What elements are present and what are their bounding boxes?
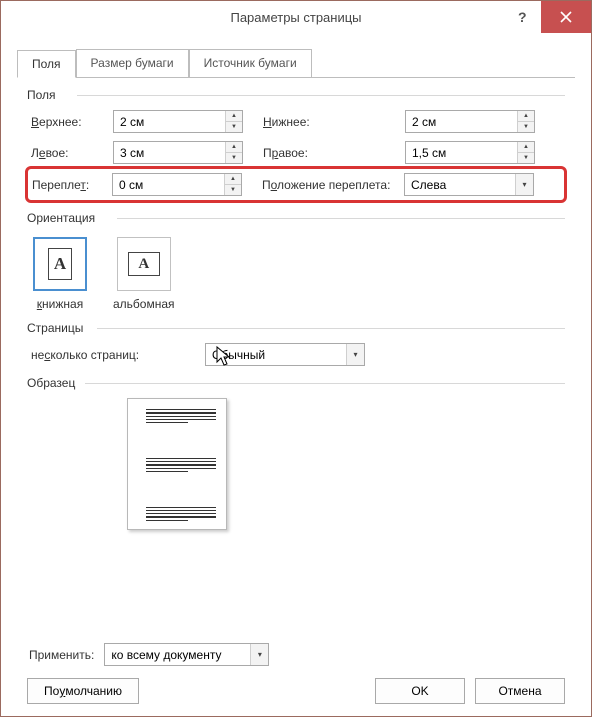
multiple-pages-select[interactable]: Обычный ▾ [205,343,365,366]
chevron-down-icon[interactable]: ▾ [346,344,364,365]
spin-up-icon[interactable]: ▲ [518,142,534,153]
spin-down-icon[interactable]: ▼ [225,185,241,195]
gutter-input[interactable]: ▲▼ [112,173,242,196]
spin-down-icon[interactable]: ▼ [518,122,534,132]
gutter-position-select[interactable]: Слева ▾ [404,173,534,196]
default-button[interactable]: По умолчанию [27,678,139,704]
left-margin-input[interactable]: ▲▼ [113,141,243,164]
spin-down-icon[interactable]: ▼ [226,122,242,132]
pages-legend: Страницы [27,321,89,335]
orientation-legend: Ориентация [27,211,101,225]
top-margin-input[interactable]: ▲▼ [113,110,243,133]
orientation-landscape[interactable]: A альбомная [113,237,175,311]
right-margin-input[interactable]: ▲▼ [405,141,535,164]
chevron-down-icon[interactable]: ▾ [515,174,533,195]
gutter-highlight: Переплет: ▲▼ Положение переплета: Слева … [25,166,567,203]
spin-up-icon[interactable]: ▲ [226,142,242,153]
left-margin-label: Левое: [31,146,107,160]
preview-icon [127,398,227,530]
orientation-portrait[interactable]: A книжная [33,237,87,311]
multiple-pages-label: несколько страниц: [31,348,185,362]
window-title: Параметры страницы [91,10,501,25]
preview-legend: Образец [27,376,81,390]
top-margin-label: Верхнее: [31,115,107,129]
apply-to-select[interactable]: ко всему документу ▾ [104,643,269,666]
tab-margins[interactable]: Поля [17,50,76,78]
portrait-icon: A [48,248,72,280]
gutter-label: Переплет: [32,178,106,192]
help-button[interactable]: ? [501,1,541,33]
titlebar: Параметры страницы ? [1,1,591,33]
gutter-position-label: Положение переплета: [248,178,398,192]
spin-up-icon[interactable]: ▲ [225,174,241,185]
margins-legend: Поля [27,88,62,102]
bottom-margin-label: Нижнее: [249,115,399,129]
spin-down-icon[interactable]: ▼ [226,153,242,163]
tab-paper-size[interactable]: Размер бумаги [76,49,189,77]
ok-button[interactable]: OK [375,678,465,704]
cancel-button[interactable]: Отмена [475,678,565,704]
spin-down-icon[interactable]: ▼ [518,153,534,163]
landscape-icon: A [128,252,160,276]
svg-text:?: ? [518,10,527,24]
tab-paper-source[interactable]: Источник бумаги [189,49,312,77]
tabstrip: Поля Размер бумаги Источник бумаги [17,49,575,78]
spin-up-icon[interactable]: ▲ [518,111,534,122]
apply-to-label: Применить: [29,648,94,662]
spin-up-icon[interactable]: ▲ [226,111,242,122]
page-setup-dialog: Параметры страницы ? Поля Размер бумаги … [0,0,592,717]
bottom-margin-input[interactable]: ▲▼ [405,110,535,133]
right-margin-label: Правое: [249,146,399,160]
chevron-down-icon[interactable]: ▾ [250,644,268,665]
close-button[interactable] [541,1,591,33]
